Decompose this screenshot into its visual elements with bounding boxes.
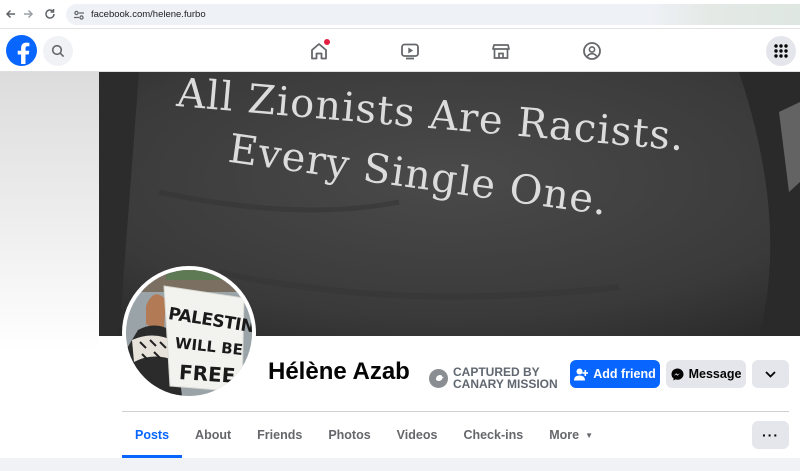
messenger-icon	[671, 368, 684, 380]
video-icon[interactable]	[399, 40, 421, 62]
add-friend-icon	[574, 368, 589, 380]
more-dots-icon: ···	[762, 427, 779, 443]
menu-grid-icon	[774, 44, 788, 58]
tab-friends[interactable]: Friends	[244, 412, 315, 458]
facebook-top-bar	[0, 29, 800, 72]
forward-arrow-icon[interactable]	[17, 3, 39, 25]
home-icon[interactable]	[308, 39, 330, 62]
menu-button[interactable]	[766, 36, 796, 66]
url-text[interactable]: facebook.com/helene.furbo	[91, 9, 206, 20]
tab-more[interactable]: More ▼	[536, 412, 606, 458]
search-button[interactable]	[43, 36, 73, 66]
tab-posts[interactable]: Posts	[122, 412, 183, 458]
facebook-logo-icon[interactable]	[6, 35, 37, 66]
canary-mission-badge: CAPTURED BY CANARY MISSION	[429, 366, 558, 390]
add-friend-label: Add friend	[593, 367, 656, 381]
page-side-background	[0, 72, 99, 471]
tab-videos[interactable]: Videos	[384, 412, 451, 458]
address-bar[interactable]: facebook.com/helene.furbo	[66, 4, 800, 25]
caret-down-icon: ▼	[585, 430, 593, 440]
badge-line-2: CANARY MISSION	[453, 377, 558, 391]
profile-tabs: Posts About Friends Photos Videos Check-…	[122, 412, 606, 458]
search-icon	[51, 44, 65, 58]
marketplace-icon[interactable]	[490, 40, 512, 62]
canary-bird-icon	[429, 368, 448, 388]
notification-dot	[324, 39, 330, 45]
message-button[interactable]: Message	[666, 360, 746, 388]
chevron-down-icon	[765, 370, 776, 378]
profile-avatar[interactable]: PALESTINE WILL BE FREE	[122, 266, 256, 400]
more-actions-button[interactable]: ···	[752, 421, 789, 449]
tab-more-label: More	[549, 428, 580, 442]
page-bottom-background	[0, 458, 800, 471]
add-friend-button[interactable]: Add friend	[570, 360, 660, 388]
site-settings-icon[interactable]	[73, 9, 85, 21]
reload-icon[interactable]	[39, 3, 61, 25]
address-bar-extension-area	[650, 4, 800, 25]
tab-about[interactable]: About	[182, 412, 244, 458]
message-label: Message	[688, 367, 742, 381]
groups-icon[interactable]	[581, 40, 603, 62]
tab-photos[interactable]: Photos	[315, 412, 383, 458]
profile-name: Hélène Azab	[268, 358, 410, 385]
sign-line-3: FREE	[178, 360, 237, 388]
profile-more-dropdown[interactable]	[752, 360, 789, 388]
tab-check-ins[interactable]: Check-ins	[450, 412, 536, 458]
browser-toolbar: facebook.com/helene.furbo	[0, 0, 800, 29]
